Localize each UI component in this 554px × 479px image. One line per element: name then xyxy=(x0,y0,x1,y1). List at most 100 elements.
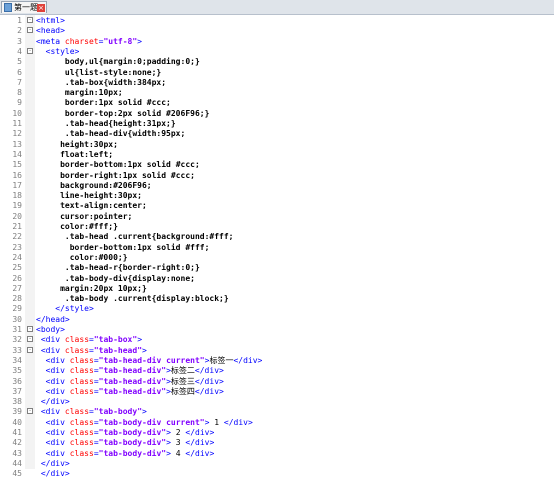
code-line: 25 .tab-head-r{border-right:0;} xyxy=(0,263,554,273)
code-token: </div> xyxy=(40,469,70,479)
code-line: 28 .tab-body .current{display:block;} xyxy=(0,294,554,304)
code-line: 19 text-align:center; xyxy=(0,201,554,211)
code-text: .tab-head{height:31px;} xyxy=(36,119,176,129)
fold-toggle-icon[interactable]: - xyxy=(27,336,33,343)
fold-toggle-icon[interactable]: - xyxy=(27,346,33,353)
code-token: .tab-head{height:31px;} xyxy=(64,119,176,128)
code-line: 16 border-right:1px solid #ccc; xyxy=(0,171,554,181)
line-number: 13 xyxy=(12,139,22,149)
line-number: 17 xyxy=(12,180,22,190)
fold-toggle-icon[interactable]: - xyxy=(27,47,33,54)
code-token: class xyxy=(69,417,94,427)
line-number: 24 xyxy=(12,252,22,262)
file-icon xyxy=(4,3,12,12)
line-number: 29 xyxy=(12,304,22,314)
code-text: <head> xyxy=(36,26,65,36)
line-number: 5 xyxy=(17,57,22,67)
code-token: margin:10px; xyxy=(64,88,123,98)
code-text: <div class="tab-body-div"> 3 </div> xyxy=(36,438,215,448)
code-line: 43 <div class="tab-body-div"> 4 </div> xyxy=(0,449,554,459)
code-line: 22 .tab-head .current{background:#fff; xyxy=(0,232,554,242)
line-number: 43 xyxy=(12,448,22,458)
code-token: <meta xyxy=(36,36,65,46)
line-number: 44 xyxy=(12,458,22,468)
code-text: <div class="tab-body-div current"> 1 </d… xyxy=(36,418,253,428)
code-text: <div class="tab-head-div">标签三</div> xyxy=(36,377,224,387)
line-number: 7 xyxy=(17,77,22,87)
code-token: border-top:2px solid #206F96;} xyxy=(64,108,210,118)
code-text: .tab-head .current{background:#fff; xyxy=(36,232,234,242)
line-number: 41 xyxy=(12,428,22,437)
code-token: border-bottom:1px solid #fff; xyxy=(69,242,210,252)
code-text: <html> xyxy=(36,16,65,26)
code-token: 标签三 xyxy=(170,376,195,386)
code-line: 30 </head> xyxy=(0,315,554,325)
code-token: <div xyxy=(45,448,70,458)
code-line: 34 <div class="tab-head-div current">标签一… xyxy=(0,356,554,366)
code-token: <div xyxy=(45,428,70,437)
code-line: 14 float:left; xyxy=(0,150,554,160)
code-text: color:#fff;} xyxy=(36,222,118,232)
code-text: </div> xyxy=(36,459,70,469)
code-token: .tab-head-div{width:95px; xyxy=(64,129,186,139)
line-number: 26 xyxy=(12,273,22,283)
code-token: <body> xyxy=(36,325,65,334)
line-number: 9 xyxy=(17,98,22,108)
code-line: 7 .tab-box{width:384px; xyxy=(0,78,554,88)
code-line: 9 border:1px solid #ccc; xyxy=(0,98,554,108)
tab-file[interactable]: 第一题 × xyxy=(1,1,47,13)
code-line: 29 </style> xyxy=(0,304,554,314)
code-token: "tab-head-div" xyxy=(98,366,167,376)
code-token: line-height:30px; xyxy=(60,191,142,201)
line-number: 22 xyxy=(12,232,22,242)
code-line: 26 .tab-body-div{display:none; xyxy=(0,274,554,284)
code-token: <div xyxy=(45,438,70,448)
code-token: </div> xyxy=(185,428,215,437)
code-token: "tab-body" xyxy=(93,407,143,417)
code-text: </style> xyxy=(36,304,94,314)
line-number: 31 xyxy=(12,325,22,334)
line-number: 42 xyxy=(12,438,22,448)
line-number: 35 xyxy=(12,366,22,376)
line-number: 23 xyxy=(12,242,22,252)
code-token: charset xyxy=(64,36,99,46)
code-text: <body> xyxy=(36,325,65,335)
code-line: 20 cursor:pointer; xyxy=(0,212,554,222)
code-token: > xyxy=(137,335,143,345)
code-line: 17 background:#206F96; xyxy=(0,181,554,191)
code-line: 37 <div class="tab-head-div">标签四</div> xyxy=(0,387,554,397)
code-token: </head> xyxy=(36,314,70,324)
code-line: 21 color:#fff;} xyxy=(0,222,554,232)
code-token: > xyxy=(142,345,147,355)
fold-toggle-icon[interactable]: - xyxy=(27,17,33,23)
code-text: <div class="tab-head-div">标签四</div> xyxy=(36,387,224,397)
code-text: <style> xyxy=(36,46,80,57)
code-token: 4 xyxy=(170,448,186,458)
line-number: 2 xyxy=(17,26,22,36)
code-editor[interactable]: 1- <html> 2- <head> 3 <meta charset="utf-8"> 4… xyxy=(0,15,554,478)
fold-toggle-icon[interactable]: - xyxy=(27,408,33,415)
code-token: > xyxy=(142,407,147,417)
code-line: 6 ul{list-style:none;} xyxy=(0,68,554,78)
code-text: <div class="tab-head"> xyxy=(36,346,147,356)
code-token: </div> xyxy=(185,438,215,448)
code-line: 44 </div> xyxy=(0,459,554,469)
line-number: 14 xyxy=(12,149,22,159)
code-token: </div> xyxy=(40,458,70,468)
code-text: </div> xyxy=(36,397,70,407)
close-icon[interactable]: × xyxy=(37,4,45,12)
fold-toggle-icon[interactable]: - xyxy=(27,27,33,34)
code-token: <style> xyxy=(45,46,80,56)
code-line: 24 color:#000;} xyxy=(0,253,554,263)
code-text: ul{list-style:none;} xyxy=(36,68,161,78)
code-text: <div class="tab-head-div">标签二</div> xyxy=(36,366,224,376)
code-text: border-top:2px solid #206F96;} xyxy=(36,108,210,119)
code-token: .tab-body-div{display:none; xyxy=(64,273,195,283)
code-token: .tab-head .current{background:#fff; xyxy=(64,232,234,242)
code-text: <div class="tab-body-div"> 2 </div> xyxy=(36,428,215,438)
line-number: 37 xyxy=(12,386,22,396)
fold-toggle-icon[interactable]: - xyxy=(27,326,33,332)
code-text: <div class="tab-body-div"> 4 </div> xyxy=(36,448,215,459)
code-token: <div xyxy=(40,345,65,355)
code-token: <div xyxy=(45,386,70,396)
